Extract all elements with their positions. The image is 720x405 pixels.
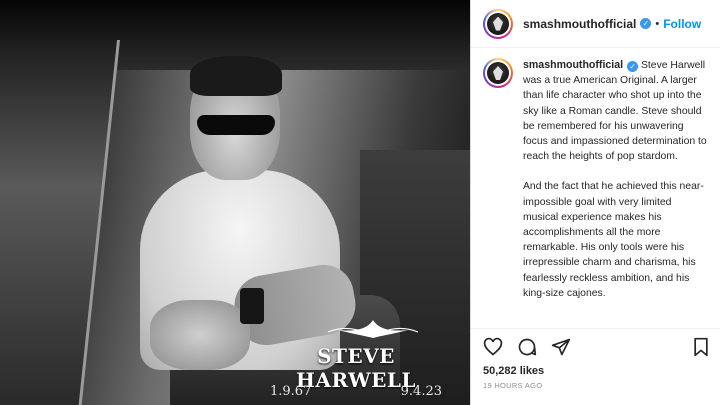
verified-icon: ✓ <box>627 61 639 73</box>
ornament-icon <box>327 320 419 338</box>
follow-button[interactable]: Follow <box>663 17 701 31</box>
avatar-logo-icon <box>493 16 503 31</box>
caption-paragraph-2: And the fact that he achieved this near-… <box>523 181 704 299</box>
action-bar <box>471 328 720 358</box>
birth-date: 1.9.67 <box>270 384 312 399</box>
caption-paragraph-1: Steve Harwell was a true American Origin… <box>523 60 707 163</box>
caption-username[interactable]: smashmouthofficial <box>523 59 623 71</box>
verified-icon: ✓ <box>640 18 652 29</box>
bookmark-icon[interactable] <box>691 337 711 357</box>
avatar-logo-icon <box>493 66 503 80</box>
timestamp[interactable]: 19 HOURS AGO <box>483 381 542 390</box>
separator: • <box>655 17 660 30</box>
likes-count[interactable]: 50,282 likes <box>483 365 544 377</box>
avatar[interactable] <box>483 8 513 39</box>
death-date: 9.4.23 <box>400 384 442 399</box>
person-hair <box>190 56 282 96</box>
caption: smashmouthofficial ✓ Steve Harwell was a … <box>471 48 720 318</box>
caption-text: smashmouthofficial ✓ Steve Harwell was a … <box>523 58 708 318</box>
post-header: smashmouthofficial ✓ • Follow <box>471 0 720 48</box>
wristband <box>240 288 264 324</box>
post-panel: smashmouthofficial ✓ • Follow smashmouth… <box>470 0 720 405</box>
sunglasses <box>197 115 275 135</box>
header-username[interactable]: smashmouthofficial <box>523 17 636 31</box>
heart-icon[interactable] <box>483 337 503 357</box>
person-hands <box>150 300 250 370</box>
post-photo[interactable]: STEVE HARWELL 1.9.67 9.4.23 <box>0 0 470 405</box>
share-icon[interactable] <box>551 337 571 357</box>
car-door <box>0 40 120 405</box>
memorial-dates: 1.9.67 9.4.23 <box>270 384 442 399</box>
comment-icon[interactable] <box>517 337 537 357</box>
caption-avatar[interactable] <box>483 58 513 88</box>
